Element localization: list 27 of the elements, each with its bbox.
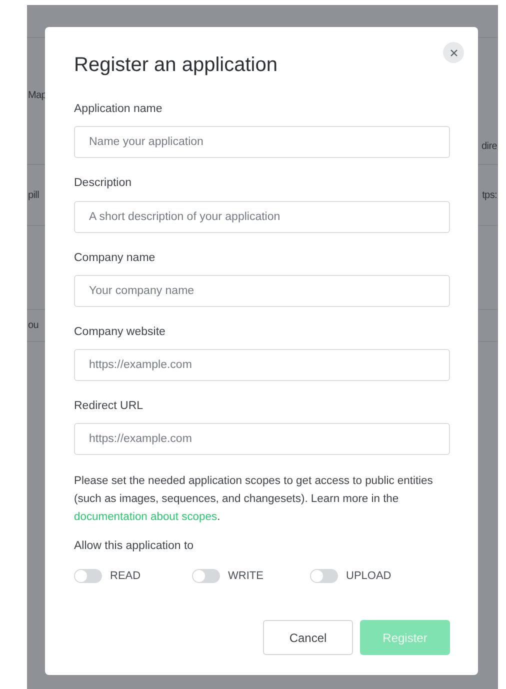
documentation-link[interactable]: documentation about scopes — [74, 511, 218, 524]
background-text: tps: — [481, 188, 498, 202]
toggle-switch[interactable] — [310, 568, 338, 583]
input-field[interactable]: https://example.com — [74, 423, 450, 456]
input-field[interactable]: Your company name — [74, 274, 450, 307]
close-button[interactable] — [443, 42, 464, 63]
field-label: Company website — [74, 324, 166, 340]
field-label: Company name — [74, 250, 156, 266]
field-label: Redirect URL — [74, 399, 144, 414]
input-field[interactable]: A short description of your application — [74, 200, 450, 232]
toggle-switch[interactable] — [74, 568, 102, 583]
permission-label: READ — [110, 568, 141, 584]
permission-label: UPLOAD — [346, 568, 392, 584]
background-text: pill — [27, 188, 40, 202]
field-label: Application name — [74, 102, 164, 117]
background-text: ou — [27, 319, 40, 333]
input-field[interactable]: https://example.com — [74, 349, 450, 381]
permissions-label: Allow this application to — [74, 539, 195, 554]
close-icon — [450, 48, 458, 56]
cancel-button[interactable]: Cancel — [263, 620, 353, 655]
input-field[interactable]: Name your application — [74, 126, 450, 158]
permission-label: WRITE — [228, 568, 264, 584]
toggle-switch[interactable] — [192, 568, 220, 583]
modal-title: Register an application — [74, 53, 278, 77]
background-text: dire — [480, 140, 498, 154]
field-label: Description — [74, 176, 133, 192]
scopes-note: Please set the needed application scopes to get access to public entities (such as images, sequences, and changesets). Learn more in the documentation about scopes. — [74, 474, 434, 526]
